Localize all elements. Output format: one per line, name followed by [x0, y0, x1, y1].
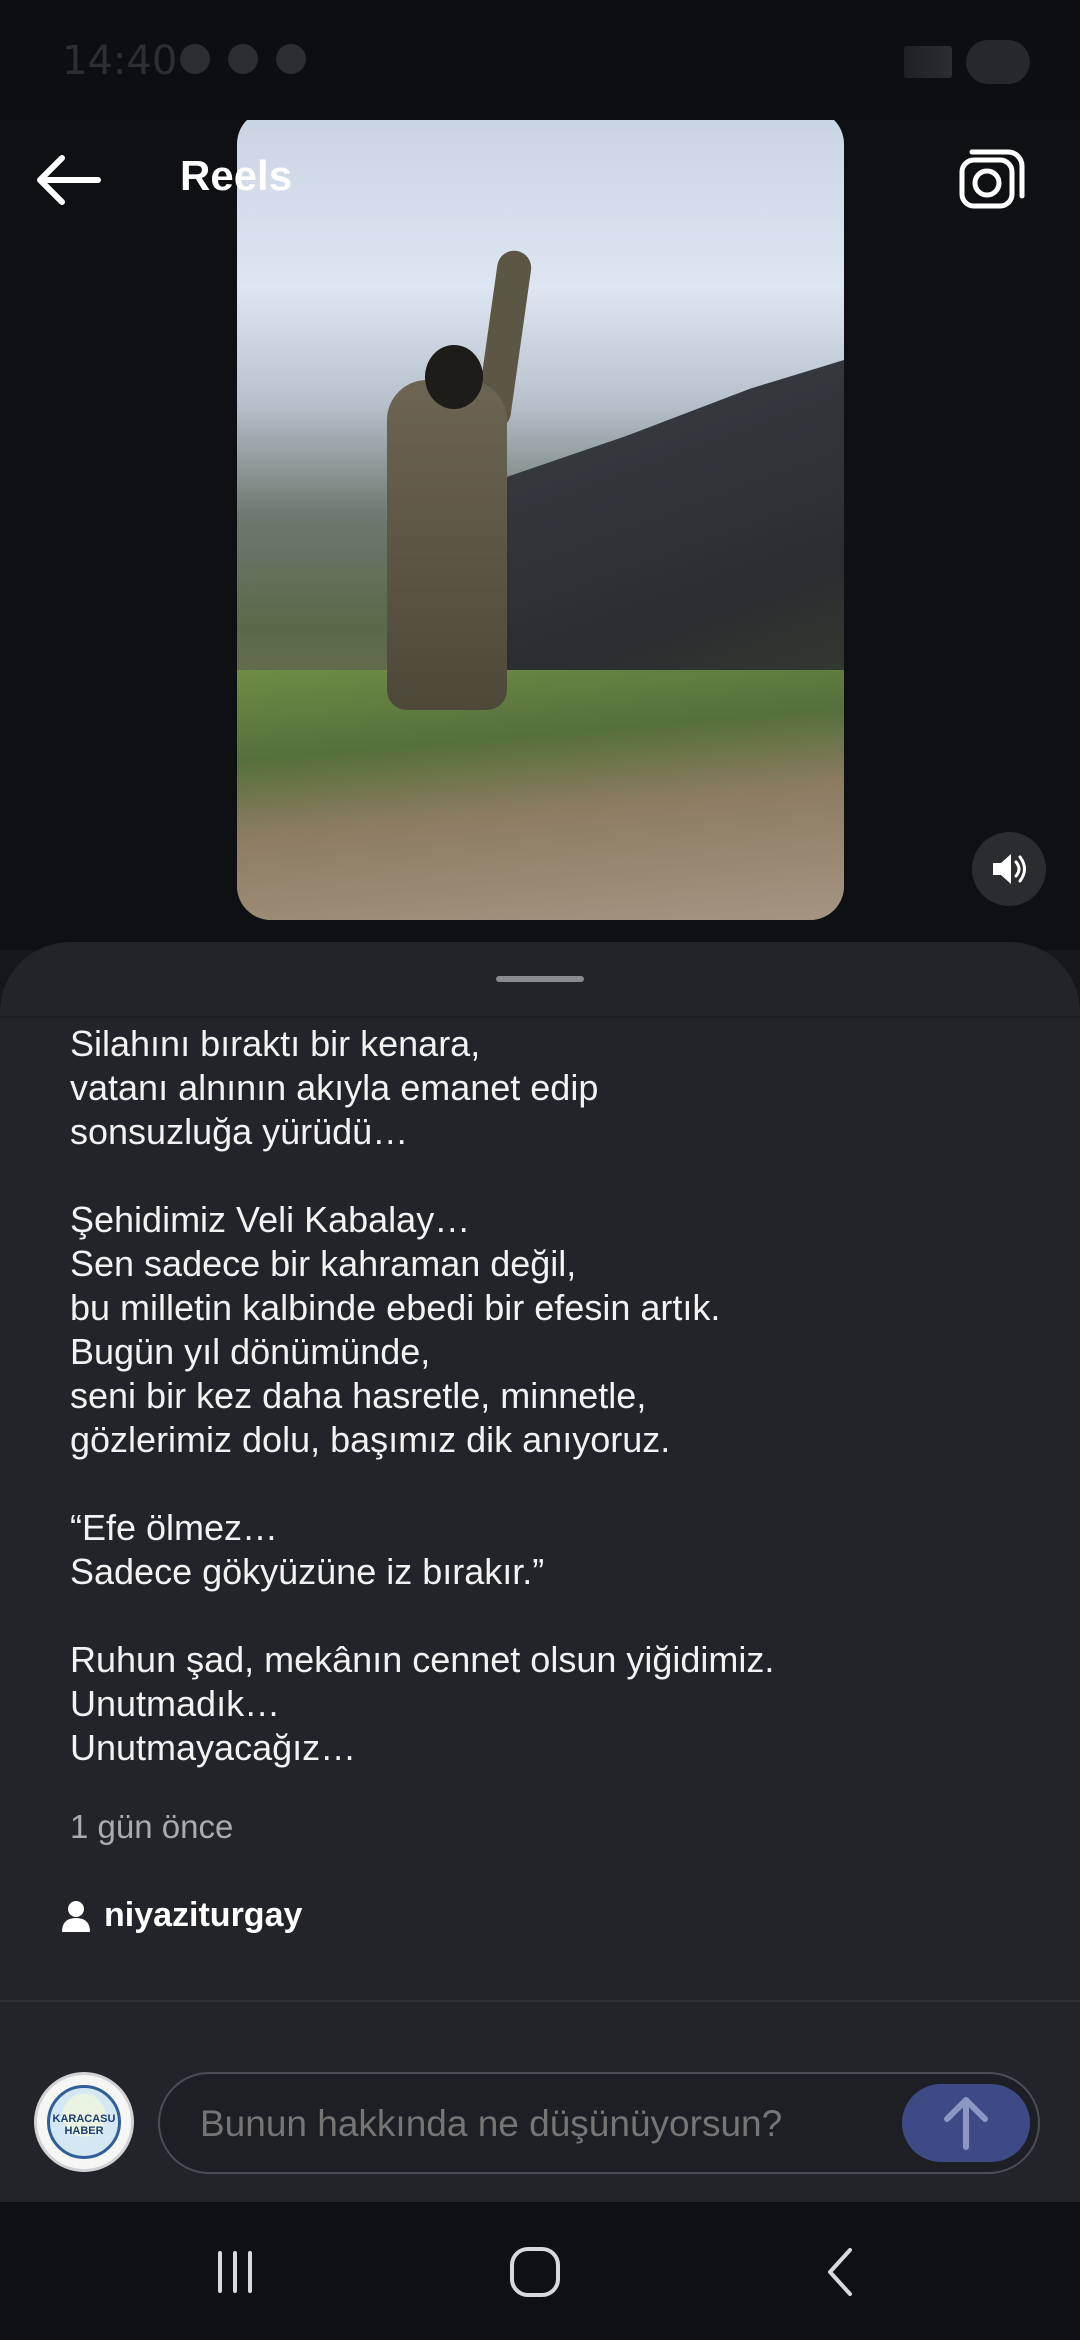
home-icon — [510, 2247, 560, 2297]
comment-input[interactable] — [198, 2074, 802, 2174]
post-time: 1 gün önce — [70, 1808, 234, 1845]
facebook-icon — [228, 44, 258, 74]
system-nav-bar — [0, 2202, 1080, 2340]
reel-video[interactable] — [237, 110, 844, 920]
arrow-left-icon — [37, 155, 101, 205]
recent-apps-button[interactable] — [200, 2242, 270, 2302]
arrow-up-icon — [944, 2097, 988, 2150]
post-author[interactable]: niyaziturgay — [60, 1896, 302, 1935]
video-ground — [237, 670, 844, 920]
status-bar: 14:40 — [0, 0, 1080, 120]
back-nav-button[interactable] — [805, 2242, 875, 2302]
home-button[interactable] — [500, 2242, 570, 2302]
page-title: Reels — [180, 152, 293, 199]
person-icon — [62, 1900, 90, 1932]
speaker-icon — [993, 854, 1026, 884]
recent-apps-icon — [218, 2251, 252, 2293]
author-name: niyaziturgay — [104, 1896, 303, 1934]
volume-button[interactable] — [972, 832, 1046, 906]
camera-button[interactable] — [956, 148, 1026, 214]
sheet-drag-handle[interactable] — [496, 976, 584, 982]
reels-top-area: Reels — [0, 0, 1080, 950]
notification-icon — [180, 44, 210, 74]
comment-box[interactable] — [158, 2072, 1040, 2174]
send-button[interactable] — [902, 2084, 1030, 2162]
reel-caption: Silahını bıraktı bir kenara, vatanı alnı… — [70, 1023, 775, 1768]
sheet-divider — [0, 1016, 1080, 1018]
battery-icon — [966, 40, 1030, 84]
user-avatar[interactable]: KARACASU HABER — [34, 2072, 134, 2172]
sheet-bottom-divider — [0, 2000, 1080, 2002]
status-time: 14:40 — [62, 38, 178, 84]
chat-icon — [276, 44, 306, 74]
chevron-left-icon — [828, 2248, 852, 2296]
signal-icon — [904, 46, 952, 78]
video-soldier-head — [425, 345, 483, 409]
camera-icon — [959, 149, 1025, 209]
back-button[interactable] — [32, 150, 102, 210]
video-soldier — [387, 380, 507, 710]
status-notification-icons — [180, 44, 306, 74]
status-system-icons — [904, 40, 1030, 84]
avatar-logo-text: KARACASU HABER — [52, 2113, 116, 2137]
comments-sheet: Silahını bıraktı bir kenara, vatanı alnı… — [0, 942, 1080, 2202]
